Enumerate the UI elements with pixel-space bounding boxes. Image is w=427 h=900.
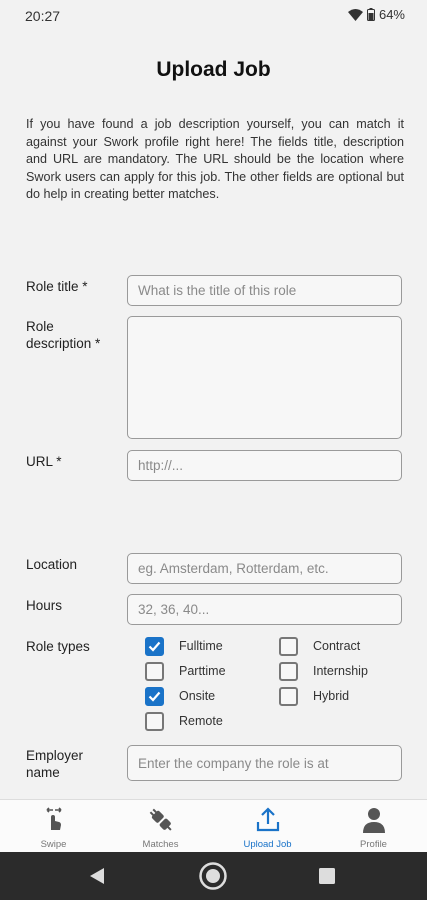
role-type-remote[interactable]: Remote — [145, 712, 223, 731]
role-type-label: Internship — [313, 664, 368, 678]
battery-percent: 64% — [378, 7, 405, 22]
nav-label: Upload Job — [243, 839, 292, 850]
nav-upload-job[interactable]: Upload Job — [214, 800, 321, 853]
role-type-label: Contract — [313, 639, 361, 653]
home-icon[interactable] — [198, 861, 228, 891]
status-bar: 20:27 64% — [0, 0, 427, 32]
nav-profile[interactable]: Profile — [320, 800, 427, 853]
role-type-label: Onsite — [179, 689, 216, 703]
person-icon — [362, 808, 385, 833]
nav-label: Swipe — [40, 839, 67, 850]
role-type-label: Fulltime — [179, 639, 223, 653]
employer-name-input[interactable] — [127, 745, 402, 781]
wifi-icon — [347, 8, 363, 21]
checkbox[interactable] — [279, 687, 298, 706]
checkmark-icon — [148, 691, 161, 702]
employer-name-label: Employer name — [26, 748, 84, 780]
hours-label: Hours — [26, 598, 63, 613]
url-label: URL * — [26, 454, 62, 469]
hours-input[interactable] — [127, 594, 402, 625]
bottom-nav: Swipe Matches Upload Job Profile — [0, 799, 427, 852]
nav-swipe[interactable]: Swipe — [0, 800, 107, 853]
role-type-label: Hybrid — [313, 689, 350, 703]
location-input[interactable] — [127, 553, 402, 584]
role-title-input[interactable] — [127, 275, 402, 306]
upload-icon — [256, 807, 279, 832]
checkbox[interactable] — [279, 662, 298, 681]
role-type-hybrid[interactable]: Hybrid — [279, 687, 349, 706]
url-input[interactable] — [127, 450, 402, 481]
role-type-onsite[interactable]: Onsite — [145, 687, 215, 706]
nav-label: Matches — [142, 839, 179, 850]
swipe-hand-icon — [45, 807, 62, 830]
role-type-label: Parttime — [179, 664, 226, 678]
intro-text: If you have found a job description your… — [26, 117, 404, 201]
nav-label: Profile — [360, 839, 387, 850]
battery-icon — [366, 8, 375, 21]
location-label: Location — [26, 557, 78, 572]
recents-icon[interactable] — [319, 868, 335, 884]
checkbox-checked[interactable] — [145, 637, 164, 656]
role-description-input[interactable] — [127, 316, 402, 439]
system-nav-bar — [0, 852, 427, 900]
checkbox[interactable] — [145, 712, 164, 731]
role-type-parttime[interactable]: Parttime — [145, 662, 226, 681]
role-types-label: Role types — [26, 639, 90, 654]
page-title: Upload Job — [156, 58, 271, 81]
plug-icon — [149, 808, 172, 831]
checkbox-checked[interactable] — [145, 687, 164, 706]
status-indicators: 64% — [347, 7, 405, 22]
back-icon[interactable] — [88, 867, 106, 885]
checkbox[interactable] — [145, 662, 164, 681]
role-type-fulltime[interactable]: Fulltime — [145, 637, 223, 656]
checkmark-icon — [148, 641, 161, 652]
status-time: 20:27 — [25, 8, 61, 24]
checkbox[interactable] — [279, 637, 298, 656]
role-description-label: Role description * — [26, 319, 101, 351]
role-type-label: Remote — [179, 714, 223, 728]
role-title-label: Role title * — [26, 279, 88, 294]
nav-matches[interactable]: Matches — [107, 800, 214, 853]
role-type-contract[interactable]: Contract — [279, 637, 360, 656]
role-type-internship[interactable]: Internship — [279, 662, 368, 681]
